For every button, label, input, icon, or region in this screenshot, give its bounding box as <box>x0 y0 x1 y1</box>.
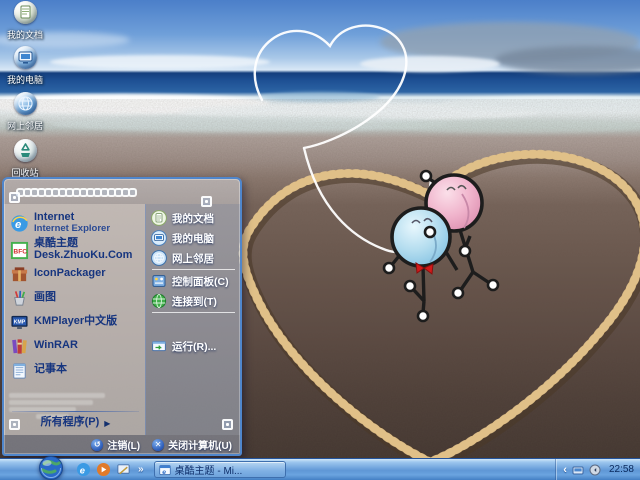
svg-text:e: e <box>162 468 166 475</box>
recycle-bin-icon <box>13 139 37 162</box>
menu-item-label: 控制面板(C) <box>172 275 229 288</box>
menu-item-network-places[interactable]: 网上邻居 <box>149 248 238 268</box>
menu-item-label: 记事本 <box>34 363 67 376</box>
log-off-label: 注销(L) <box>107 441 141 452</box>
desktop-icon-my-computer[interactable]: 我的电脑 <box>0 46 50 86</box>
quick-launch-media-player-icon[interactable] <box>96 462 111 477</box>
quick-launch-ie-icon[interactable]: e <box>76 462 91 477</box>
clouds <box>0 22 640 74</box>
my-documents-icon <box>151 210 167 226</box>
menu-item-label: KMPlayer中文版 <box>34 315 118 328</box>
menu-item-label: 网上邻居 <box>172 252 214 265</box>
menu-item-label: 桌酷主题Desk.ZhuoKu.Com <box>34 237 133 261</box>
start-menu-footer: ↺ 注销(L) ✕ 关闭计算机(U) <box>4 435 240 454</box>
start-menu-body: e Internet Internet Explorer BFC 桌酷主题Desk… <box>4 204 240 435</box>
corner-ornament-icon <box>222 419 233 430</box>
corner-ornament-icon <box>201 196 212 207</box>
start-menu: e Internet Internet Explorer BFC 桌酷主题Desk… <box>2 177 242 456</box>
tray-collapse-chevron[interactable]: ‹ <box>563 464 567 476</box>
surf-foam <box>0 92 640 133</box>
menu-item-label: 我的电脑 <box>172 232 214 245</box>
svg-text:BFC: BFC <box>13 248 27 255</box>
taskbar: e » e 桌酷主题 - Mi... ‹ 22:58 <box>0 455 640 480</box>
menu-item-kmplayer[interactable]: KMP KMPlayer中文版 <box>8 310 143 334</box>
start-menu-right-column: 我的文档 我的电脑 网上邻居 控制面板(C) 连接到(T) 运行(R)... <box>145 204 240 435</box>
desktop-icon-label: 网上邻居 <box>6 121 43 131</box>
internet-explorer-icon: e <box>10 214 29 233</box>
right-column-separator <box>152 312 235 313</box>
right-column-separator <box>152 269 235 270</box>
occluded-menu-row-space <box>149 314 238 336</box>
menu-item-paint[interactable]: 画图 <box>8 286 143 310</box>
menu-item-label: 我的文档 <box>172 212 214 225</box>
svg-text:e: e <box>80 465 85 475</box>
log-off-button[interactable]: ↺ 注销(L) <box>91 437 140 452</box>
menu-item-label: Internet <box>34 211 75 224</box>
ie-window-icon: e <box>158 464 171 475</box>
desktop-icon-label: 我的电脑 <box>6 75 43 85</box>
log-off-icon: ↺ <box>91 438 104 451</box>
connect-to-icon <box>151 293 167 309</box>
menu-item-internet[interactable]: e Internet Internet Explorer <box>8 208 143 238</box>
quick-launch-overflow-chevron[interactable]: » <box>136 464 146 475</box>
network-places-icon <box>13 92 37 115</box>
turn-off-label: 关闭计算机(U) <box>168 441 232 452</box>
desktop-icon-label: 我的文档 <box>6 30 43 40</box>
my-documents-icon <box>13 1 37 24</box>
menu-item-label: IconPackager <box>34 267 106 280</box>
turn-off-computer-button[interactable]: ✕ 关闭计算机(U) <box>152 437 232 452</box>
taskbar-window-button[interactable]: e 桌酷主题 - Mi... <box>153 461 286 478</box>
menu-item-label: 运行(R)... <box>172 340 217 353</box>
tray-volume-icon[interactable] <box>589 464 601 476</box>
run-icon <box>151 338 167 354</box>
menu-item-zhuoku-theme[interactable]: BFC 桌酷主题Desk.ZhuoKu.Com <box>8 238 143 262</box>
corner-ornament-icon <box>9 419 20 430</box>
zhuoku-theme-icon: BFC <box>10 241 29 260</box>
tray-network-icon[interactable] <box>572 464 584 476</box>
menu-item-notepad[interactable]: 记事本 <box>8 358 143 382</box>
desktop-icon-network-places[interactable]: 网上邻居 <box>0 92 50 132</box>
quick-launch: e » <box>76 462 146 477</box>
network-places-icon <box>151 250 167 266</box>
menu-item-my-computer[interactable]: 我的电脑 <box>149 228 238 248</box>
turn-off-icon: ✕ <box>152 438 165 451</box>
start-button-globe-icon[interactable] <box>38 455 64 480</box>
menu-item-iconpackager[interactable]: IconPackager <box>8 262 143 286</box>
desktop-icon-recycle-bin[interactable]: 回收站 <box>0 139 50 179</box>
corner-ornament-icon <box>9 192 20 203</box>
menu-item-label: 画图 <box>34 291 56 304</box>
menu-item-run[interactable]: 运行(R)... <box>149 336 238 356</box>
kmplayer-icon: KMP <box>10 313 29 332</box>
all-programs-label: 所有程序(P) <box>40 416 100 429</box>
taskbar-window-button-label: 桌酷主题 - Mi... <box>174 466 243 477</box>
my-computer-icon <box>151 230 167 246</box>
menu-item-sublabel: Internet Explorer <box>34 222 111 234</box>
menu-item-label: WinRAR <box>34 339 78 352</box>
all-programs-button[interactable]: 所有程序(P) ▶ <box>8 414 143 432</box>
winrar-icon <box>10 337 29 356</box>
iconpackager-icon <box>10 265 29 284</box>
taskbar-clock[interactable]: 22:58 <box>609 464 634 475</box>
svg-text:KMP: KMP <box>14 319 26 325</box>
svg-text:e: e <box>15 218 22 230</box>
menu-item-label: 连接到(T) <box>172 295 217 308</box>
menu-item-winrar[interactable]: WinRAR <box>8 334 143 358</box>
start-menu-left-column: e Internet Internet Explorer BFC 桌酷主题Desk… <box>4 204 145 435</box>
quick-launch-show-desktop-icon[interactable] <box>116 462 131 477</box>
my-computer-icon <box>13 46 37 69</box>
control-panel-icon <box>151 273 167 289</box>
desktop-screen: 我的文档 我的电脑 网上邻居 回收站 e Internet Internet E… <box>0 0 640 480</box>
menu-item-connect-to[interactable]: 连接到(T) <box>149 291 238 311</box>
menu-item-my-documents[interactable]: 我的文档 <box>149 208 238 228</box>
left-column-separator <box>12 411 139 412</box>
chain-ornament <box>16 186 206 198</box>
all-programs-arrow-icon: ▶ <box>104 418 111 428</box>
desktop-icon-my-documents[interactable]: 我的文档 <box>0 1 50 41</box>
paint-icon <box>10 289 29 308</box>
menu-item-control-panel[interactable]: 控制面板(C) <box>149 271 238 291</box>
notepad-icon <box>10 361 29 380</box>
system-tray: ‹ 22:58 <box>555 459 640 480</box>
